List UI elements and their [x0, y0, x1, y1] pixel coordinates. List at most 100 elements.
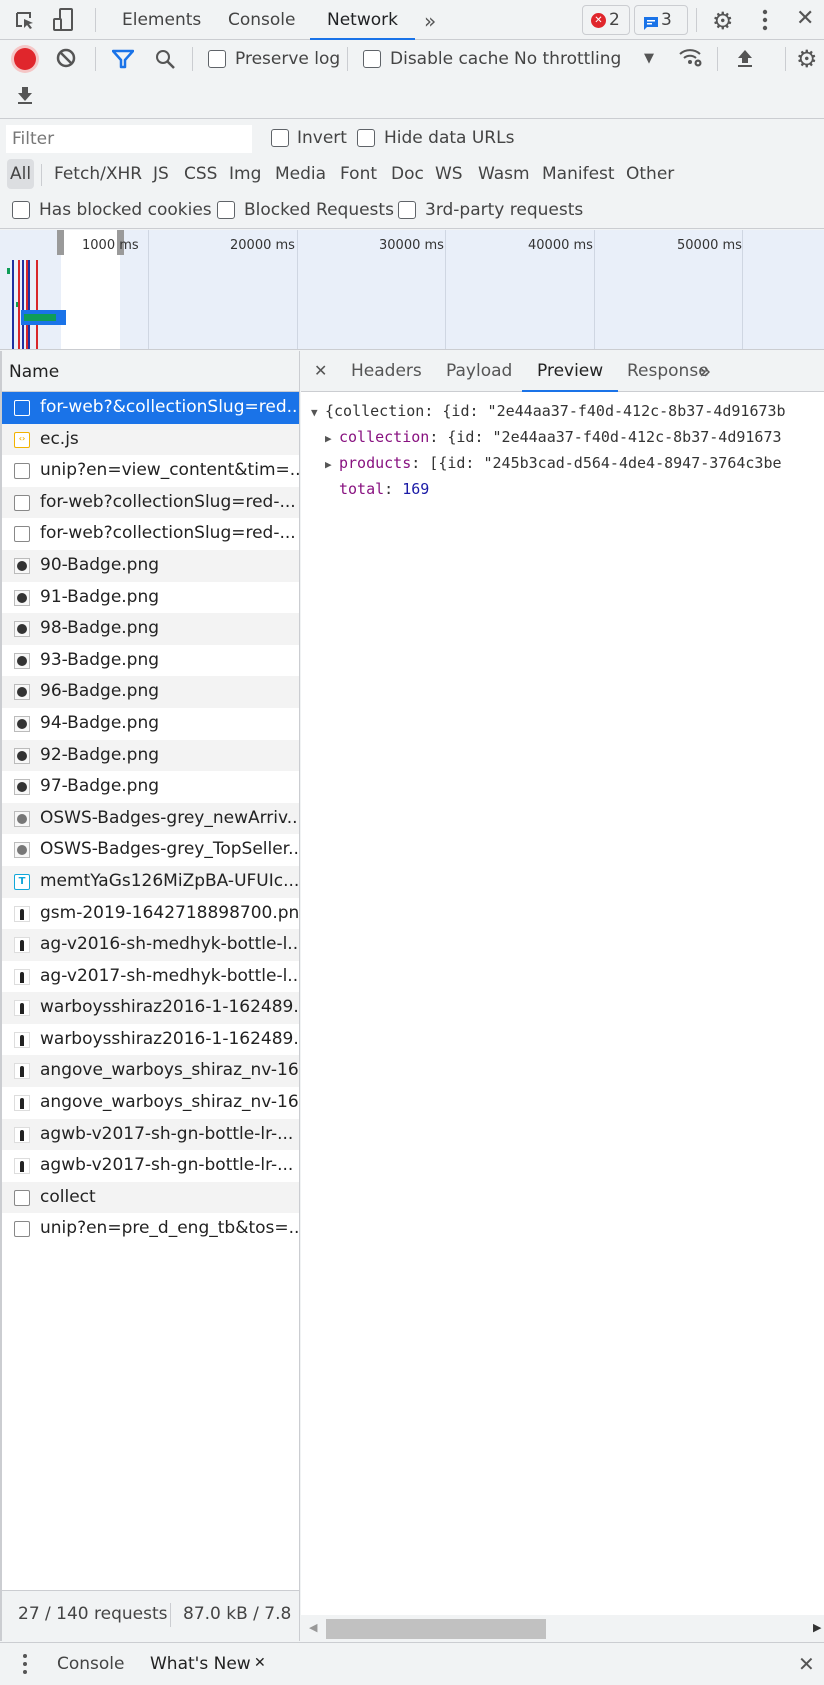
request-row[interactable]: for-web?collectionSlug=red-... [2, 486, 299, 519]
json-products-node[interactable]: ▶ products: [{id: "245b3cad-d564-4de4-894… [311, 451, 786, 477]
drawer-tab-whats-new[interactable]: What's New [150, 1654, 251, 1674]
overview-tick-label: 40000 ms [528, 238, 593, 253]
request-row[interactable]: unip?en=view_content&tim=... [2, 455, 299, 487]
request-row[interactable]: unip?en=pre_d_eng_tb&tos=... [2, 1213, 299, 1245]
request-row[interactable]: for-web?&collectionSlug=red... [2, 392, 299, 424]
request-row[interactable]: warboysshiraz2016-1-162489... [2, 992, 299, 1024]
type-filter-manifest[interactable]: Manifest [539, 159, 618, 189]
type-filter-font[interactable]: Font [337, 159, 380, 189]
filter-input[interactable] [6, 125, 252, 153]
type-filter-doc[interactable]: Doc [388, 159, 427, 189]
more-tabs-icon[interactable]: » [424, 9, 436, 33]
errors-badge[interactable]: ✕ 2 [582, 5, 630, 35]
scroll-right-arrow-icon[interactable]: ▶ [813, 1621, 821, 1634]
hide-data-urls-checkbox[interactable] [357, 129, 375, 147]
inspect-element-icon[interactable] [14, 10, 36, 32]
request-row[interactable]: 91-Badge.png [2, 582, 299, 614]
expand-triangle-icon[interactable]: ▶ [325, 453, 339, 477]
export-har-icon[interactable] [16, 85, 34, 105]
network-settings-gear-icon[interactable]: ⚙ [796, 45, 818, 73]
import-har-icon[interactable] [736, 48, 754, 68]
tab-console[interactable]: Console [228, 0, 296, 40]
settings-gear-icon[interactable]: ⚙ [712, 7, 734, 35]
request-row[interactable]: angove_warboys_shiraz_nv-16... [2, 1055, 299, 1088]
request-row[interactable]: TmemtYaGs126MiZpBA-UFUIc... [2, 865, 299, 898]
request-row[interactable]: agwb-v2017-sh-gn-bottle-lr-... [2, 1150, 299, 1182]
request-row[interactable]: 93-Badge.png [2, 645, 299, 677]
name-column-header[interactable]: Name [2, 351, 299, 392]
scroll-left-arrow-icon[interactable]: ◀ [309, 1621, 317, 1634]
image-icon [14, 621, 30, 638]
tab-payload[interactable]: Payload [446, 351, 512, 392]
request-row[interactable]: OSWS-Badges-grey_TopSeller... [2, 834, 299, 866]
close-detail-icon[interactable]: ✕ [314, 361, 327, 380]
more-detail-tabs-icon[interactable]: » [699, 359, 711, 383]
request-row[interactable]: 92-Badge.png [2, 739, 299, 772]
blocked-requests-checkbox[interactable] [217, 201, 235, 219]
network-overview-timeline[interactable]: 1000 ms 20000 ms 30000 ms 40000 ms 50000… [0, 230, 824, 350]
filter-funnel-icon[interactable] [111, 49, 135, 69]
drawer-tab-console[interactable]: Console [57, 1654, 125, 1674]
request-row[interactable]: gsm-2019-1642718898700.png [2, 898, 299, 930]
request-row[interactable]: OSWS-Badges-grey_newArriv... [2, 802, 299, 835]
type-filter-js[interactable]: JS [150, 159, 172, 189]
collapse-triangle-icon[interactable]: ▼ [311, 401, 325, 425]
drawer-tabbar: Console What's New ✕ ✕ [0, 1642, 824, 1685]
throttling-dropdown-icon[interactable]: ▼ [644, 51, 654, 66]
type-filter-css[interactable]: CSS [181, 159, 220, 189]
request-row[interactable]: for-web?collectionSlug=red-... [2, 518, 299, 550]
request-row[interactable]: 90-Badge.png [2, 549, 299, 582]
type-filter-wasm[interactable]: Wasm [475, 159, 533, 189]
type-filter-fetch-xhr[interactable]: Fetch/XHR [51, 159, 145, 189]
request-row[interactable]: ag-v2017-sh-medhyk-bottle-l... [2, 961, 299, 993]
request-name: 96-Badge.png [40, 681, 160, 702]
close-whats-new-icon[interactable]: ✕ [254, 1655, 266, 1671]
type-filter-media[interactable]: Media [272, 159, 329, 189]
network-conditions-icon[interactable] [678, 47, 704, 69]
tab-elements[interactable]: Elements [122, 0, 201, 40]
third-party-checkbox[interactable] [398, 201, 416, 219]
tab-preview[interactable]: Preview [522, 351, 619, 392]
close-devtools-icon[interactable]: ✕ [796, 6, 814, 31]
request-row[interactable]: 96-Badge.png [2, 676, 299, 708]
load-marker [18, 260, 20, 349]
expand-triangle-icon[interactable]: ▶ [325, 427, 339, 451]
has-blocked-cookies-checkbox[interactable] [12, 201, 30, 219]
horizontal-scrollbar[interactable]: ◀ ▶ [301, 1615, 824, 1641]
more-options-icon[interactable] [762, 8, 768, 32]
request-row[interactable]: angove_warboys_shiraz_nv-16... [2, 1087, 299, 1119]
request-row[interactable]: ag-v2016-sh-medhyk-bottle-l... [2, 929, 299, 961]
tab-network[interactable]: Network [310, 0, 415, 40]
device-toolbar-icon[interactable] [52, 8, 74, 32]
drawer-menu-icon[interactable] [22, 1653, 28, 1675]
type-filter-img[interactable]: Img [226, 159, 264, 189]
request-row[interactable]: ‹› ec.js [2, 423, 299, 456]
scrollbar-thumb[interactable] [326, 1619, 546, 1639]
messages-badge[interactable]: 3 [634, 5, 688, 35]
json-collection-node[interactable]: ▶ collection: {id: "2e44aa37-f40d-412c-8b… [311, 425, 786, 451]
disable-cache-checkbox[interactable] [363, 50, 381, 68]
clear-icon[interactable] [56, 48, 76, 68]
close-drawer-icon[interactable]: ✕ [798, 1652, 815, 1676]
tab-response[interactable]: Response [627, 351, 709, 392]
request-row[interactable]: 97-Badge.png [2, 771, 299, 803]
overview-left-handle[interactable] [57, 230, 64, 255]
request-name: OSWS-Badges-grey_TopSeller... [40, 839, 299, 860]
search-icon[interactable] [154, 48, 176, 70]
type-filter-all[interactable]: All [7, 159, 35, 189]
invert-checkbox[interactable] [271, 129, 289, 147]
request-name: OSWS-Badges-grey_newArriv... [40, 807, 299, 828]
request-row[interactable]: 98-Badge.png [2, 613, 299, 645]
throttling-select[interactable]: No throttling [514, 49, 621, 69]
json-root-node[interactable]: ▼ {collection: {id: "2e44aa37-f40d-412c-8… [311, 399, 786, 425]
type-filter-ws[interactable]: WS [432, 159, 466, 189]
request-row[interactable]: collect [2, 1181, 299, 1214]
type-filter-other[interactable]: Other [623, 159, 677, 189]
request-row[interactable]: warboysshiraz2016-1-162489... [2, 1024, 299, 1056]
request-row[interactable]: agwb-v2017-sh-gn-bottle-lr-... [2, 1118, 299, 1151]
record-button[interactable] [14, 48, 36, 70]
request-row[interactable]: 94-Badge.png [2, 708, 299, 740]
tab-headers[interactable]: Headers [351, 351, 422, 392]
preserve-log-checkbox[interactable] [208, 50, 226, 68]
document-icon [14, 400, 30, 416]
